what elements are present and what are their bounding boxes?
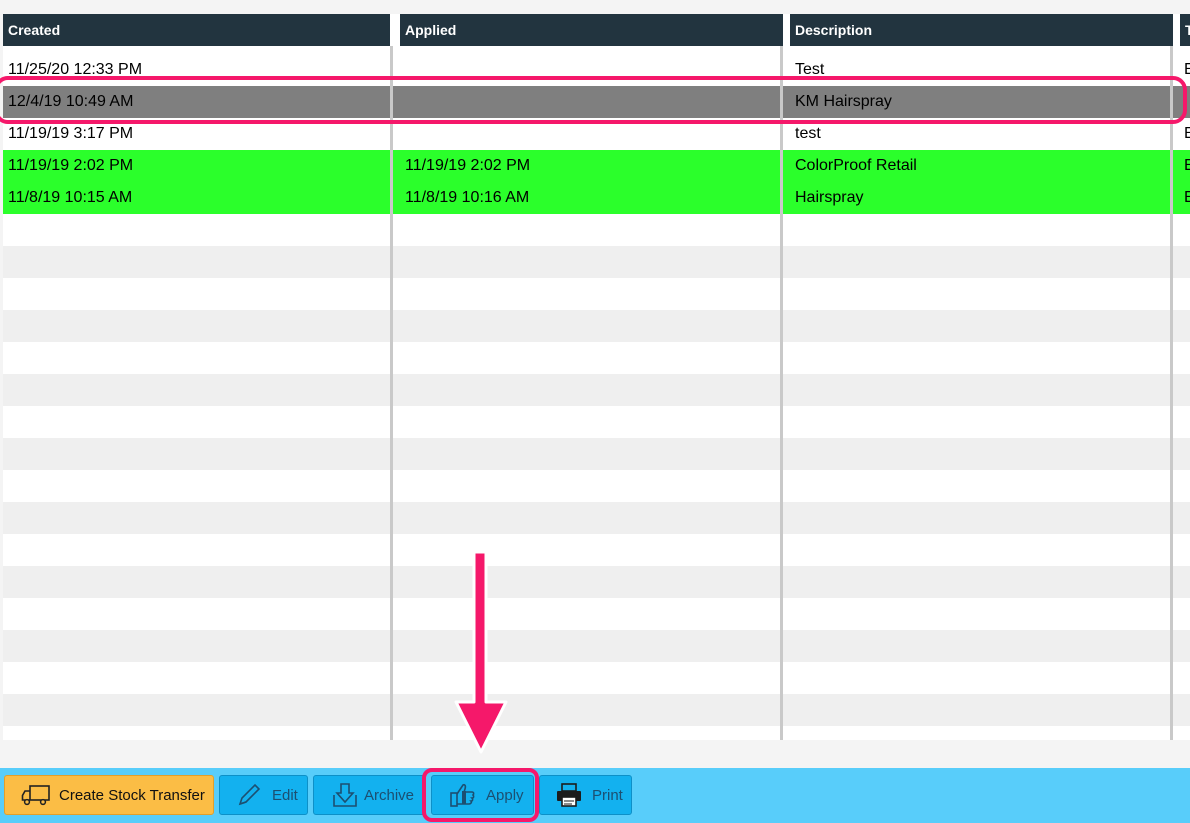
empty-row — [3, 278, 1190, 310]
cell-applied — [400, 86, 783, 118]
empty-row — [3, 726, 1190, 740]
empty-row — [3, 534, 1190, 566]
print-button[interactable]: Print — [539, 775, 632, 815]
edit-button[interactable]: Edit — [219, 775, 308, 815]
pencil-icon — [234, 780, 264, 810]
empty-row — [3, 342, 1190, 374]
archive-label: Archive — [364, 786, 415, 804]
cell-created: 11/19/19 2:02 PM — [8, 157, 134, 174]
cell-extra — [1179, 86, 1190, 118]
empty-row — [3, 566, 1190, 598]
empty-row — [3, 310, 1190, 342]
empty-row — [3, 630, 1190, 662]
action-toolbar: Create Stock Transfer Edit Archive Apply… — [0, 768, 1190, 823]
empty-row — [3, 214, 1190, 246]
empty-row — [3, 662, 1190, 694]
cell-extra: E — [1184, 157, 1190, 174]
cell-applied: 11/19/19 2:02 PM — [405, 157, 531, 174]
apply-label: Apply — [486, 786, 524, 804]
empty-row — [3, 246, 1190, 278]
column-header-applied[interactable]: Applied — [400, 14, 783, 46]
table-body: 11/25/20 12:33 PM Test E 12/4/19 10:49 A… — [3, 54, 1190, 740]
cell-applied: 11/8/19 10:16 AM — [405, 189, 530, 206]
table-row[interactable]: 11/25/20 12:33 PM Test E — [3, 54, 1190, 86]
table-row-selected[interactable]: 12/4/19 10:49 AM KM Hairspray — [3, 86, 1190, 118]
empty-row — [3, 694, 1190, 726]
cell-applied — [400, 118, 783, 150]
table-row[interactable]: 11/19/19 3:17 PM test E — [3, 118, 1190, 150]
empty-row — [3, 502, 1190, 534]
cell-extra: E — [1184, 61, 1190, 78]
create-stock-transfer-label: Create Stock Transfer — [59, 786, 205, 804]
archive-button[interactable]: Archive — [313, 775, 426, 815]
cell-created: 11/25/20 12:33 PM — [8, 61, 143, 78]
cell-description: Hairspray — [795, 189, 864, 206]
empty-row — [3, 598, 1190, 630]
printer-icon — [554, 780, 584, 810]
empty-row — [3, 470, 1190, 502]
empty-row — [3, 406, 1190, 438]
column-header-description[interactable]: Description — [790, 14, 1173, 46]
stock-transfer-grid: Created Applied Description T 11/25/20 1… — [3, 14, 1190, 740]
cell-description: ColorProof Retail — [795, 157, 917, 174]
cell-created: 11/8/19 10:15 AM — [8, 189, 133, 206]
cell-created: 12/4/19 10:49 AM — [8, 93, 134, 110]
cell-extra: E — [1184, 189, 1190, 206]
print-label: Print — [592, 786, 623, 804]
column-divider[interactable] — [780, 46, 783, 740]
cell-applied — [400, 54, 783, 86]
empty-row — [3, 374, 1190, 406]
cell-description: Test — [795, 61, 825, 78]
column-divider[interactable] — [1170, 46, 1173, 740]
thumbs-up-icon — [448, 780, 478, 810]
table-row-applied[interactable]: 11/19/19 2:02 PM 11/19/19 2:02 PM ColorP… — [3, 150, 1190, 182]
cell-description: test — [795, 125, 821, 142]
column-header-created[interactable]: Created — [3, 14, 390, 46]
archive-download-icon — [330, 780, 360, 810]
column-header-truncated[interactable]: T — [1180, 14, 1190, 46]
cell-description: KM Hairspray — [795, 93, 892, 110]
create-stock-transfer-button[interactable]: Create Stock Transfer — [4, 775, 214, 815]
empty-row — [3, 438, 1190, 470]
cell-extra: E — [1184, 125, 1190, 142]
edit-label: Edit — [272, 786, 298, 804]
column-divider[interactable] — [390, 46, 393, 740]
table-row-applied[interactable]: 11/8/19 10:15 AM 11/8/19 10:16 AM Hairsp… — [3, 182, 1190, 214]
truck-icon — [21, 780, 51, 810]
cell-created: 11/19/19 3:17 PM — [8, 125, 134, 142]
apply-button[interactable]: Apply — [431, 775, 534, 815]
